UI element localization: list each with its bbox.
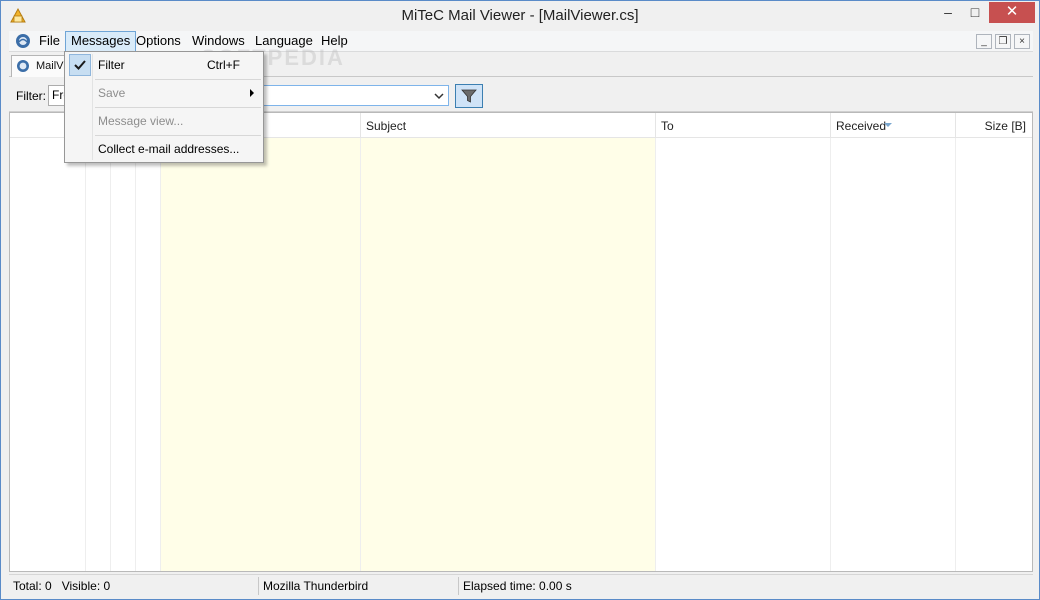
menu-item-filter-shortcut: Ctrl+F bbox=[207, 58, 240, 72]
menu-separator bbox=[95, 135, 261, 136]
column-header-subject[interactable]: Subject bbox=[361, 113, 656, 138]
column-body bbox=[831, 138, 956, 571]
window-maximize-button[interactable]: □ bbox=[962, 2, 988, 23]
submenu-arrow-icon bbox=[250, 89, 254, 97]
apply-filter-button[interactable] bbox=[455, 84, 483, 108]
thunderbird-icon bbox=[17, 60, 29, 72]
menu-item-filter[interactable]: Filter Ctrl+F bbox=[67, 53, 261, 77]
menu-item-save-label: Save bbox=[98, 86, 126, 100]
mdi-close-button[interactable]: × bbox=[1014, 34, 1030, 49]
window-close-button[interactable]: ✕ bbox=[989, 2, 1035, 23]
mdi-restore-button[interactable]: ❒ bbox=[995, 34, 1011, 49]
thunderbird-icon bbox=[16, 34, 30, 48]
filter-text-combo[interactable] bbox=[261, 85, 449, 106]
filter-label: Filter: bbox=[16, 89, 46, 103]
column-body bbox=[86, 138, 111, 571]
menu-item-filter-label: Filter bbox=[98, 58, 125, 72]
menu-messages[interactable]: Messages bbox=[65, 31, 137, 52]
column-body bbox=[111, 138, 136, 571]
menu-item-message-view[interactable]: Message view... bbox=[67, 109, 261, 133]
status-bar: Total: 0 Visible: 0 Mozilla Thunderbird … bbox=[9, 574, 1033, 596]
check-icon bbox=[69, 54, 91, 76]
column-body bbox=[656, 138, 831, 571]
status-counts: Total: 0 Visible: 0 bbox=[11, 577, 259, 595]
window-title: MiTeC Mail Viewer - [MailViewer.cs] bbox=[401, 7, 639, 24]
status-source: Mozilla Thunderbird bbox=[261, 577, 459, 595]
status-elapsed: Elapsed time: 0.00 s bbox=[463, 579, 572, 593]
funnel-icon bbox=[461, 89, 477, 103]
title-bar[interactable]: MiTeC Mail Viewer - [MailViewer.cs] ‒ □ … bbox=[1, 1, 1039, 31]
menu-separator bbox=[95, 107, 261, 108]
messages-menu: Filter Ctrl+F Save Message view... Colle… bbox=[64, 51, 264, 163]
column-header-received[interactable]: Received bbox=[831, 113, 956, 138]
column-body-highlighted bbox=[161, 138, 361, 571]
column-body bbox=[136, 138, 161, 571]
chevron-down-icon[interactable] bbox=[433, 89, 445, 103]
menu-item-save[interactable]: Save bbox=[67, 81, 261, 105]
messages-grid[interactable]: Subject To Received Size [B] bbox=[9, 112, 1033, 572]
menu-file[interactable]: File bbox=[33, 31, 66, 52]
column-body bbox=[10, 138, 86, 571]
column-header-to[interactable]: To bbox=[656, 113, 831, 138]
menu-separator bbox=[95, 79, 261, 80]
mdi-minimize-button[interactable]: _ bbox=[976, 34, 992, 49]
sort-descending-icon bbox=[884, 123, 892, 127]
app-window: MiTeC Mail Viewer - [MailViewer.cs] ‒ □ … bbox=[0, 0, 1040, 600]
menu-bar: File Messages Options Windows Language H… bbox=[9, 31, 1033, 52]
column-header-size[interactable]: Size [B] bbox=[956, 113, 1032, 138]
menu-item-collect-addresses[interactable]: Collect e-mail addresses... bbox=[67, 137, 261, 161]
column-header-received-label: Received bbox=[836, 119, 887, 133]
column-body-highlighted bbox=[361, 138, 656, 571]
menu-options[interactable]: Options bbox=[130, 31, 187, 52]
window-minimize-button[interactable]: ‒ bbox=[935, 2, 961, 23]
column-body bbox=[956, 138, 1032, 571]
